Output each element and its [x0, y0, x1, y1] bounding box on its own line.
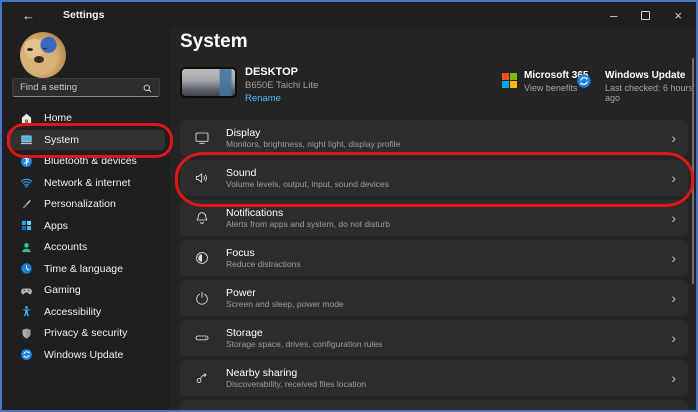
- sidebar-item-label: Personalization: [44, 198, 116, 210]
- rename-link[interactable]: Rename: [245, 93, 281, 104]
- row-title: Sound: [226, 167, 389, 179]
- settings-row-multitasking[interactable]: Multitasking ›: [180, 400, 688, 410]
- sidebar-item-label: Accounts: [44, 241, 87, 253]
- accessibility-icon: [20, 305, 33, 318]
- sidebar-item-bluetooth-devices[interactable]: Bluetooth & devices: [7, 151, 165, 171]
- row-subtitle: Monitors, brightness, night light, displ…: [226, 139, 400, 149]
- settings-row-notifications[interactable]: Notifications Alerts from apps and syste…: [180, 200, 688, 236]
- settings-row-power[interactable]: Power Screen and sleep, power mode ›: [180, 280, 688, 316]
- back-arrow-icon[interactable]: ←: [22, 9, 35, 22]
- sidebar-item-label: Windows Update: [44, 349, 123, 361]
- scrollbar[interactable]: [692, 58, 695, 284]
- user-avatar[interactable]: [20, 32, 66, 78]
- search-placeholder: Find a setting: [20, 82, 77, 93]
- chevron-right-icon: ›: [671, 171, 676, 185]
- sidebar-item-time-language[interactable]: Time & language: [7, 259, 165, 279]
- row-title: Storage: [226, 327, 382, 339]
- storage-icon: [194, 330, 210, 346]
- window-title: Settings: [63, 9, 104, 21]
- close-icon[interactable]: ×: [674, 9, 682, 22]
- sidebar-item-network-internet[interactable]: Network & internet: [7, 173, 165, 193]
- row-subtitle: Discoverability, received files location: [226, 379, 366, 389]
- settings-row-display[interactable]: Display Monitors, brightness, night ligh…: [180, 120, 688, 156]
- row-title: Nearby sharing: [226, 367, 366, 379]
- row-subtitle: Storage space, drives, configuration rul…: [226, 339, 382, 349]
- notifications-icon: [194, 210, 210, 226]
- microsoft-logo-icon: [502, 73, 517, 88]
- network-icon: [20, 176, 33, 189]
- update-icon: [20, 348, 33, 361]
- sidebar-item-windows-update[interactable]: Windows Update: [7, 345, 165, 365]
- device-thumbnail: [180, 67, 237, 98]
- system-icon: [20, 133, 33, 146]
- sidebar: Find a setting Home System Bluetooth & d…: [2, 28, 170, 410]
- row-title: Power: [226, 287, 344, 299]
- row-title: Focus: [226, 247, 301, 259]
- settings-rows: Display Monitors, brightness, night ligh…: [180, 120, 688, 410]
- personalization-icon: [20, 198, 33, 211]
- sidebar-item-label: Bluetooth & devices: [44, 155, 137, 167]
- sidebar-item-label: Gaming: [44, 284, 81, 296]
- sidebar-item-privacy-security[interactable]: Privacy & security: [7, 323, 165, 343]
- row-subtitle: Reduce distractions: [226, 259, 301, 269]
- focus-icon: [194, 250, 210, 266]
- sidebar-item-label: Privacy & security: [44, 327, 127, 339]
- privacy-icon: [20, 327, 33, 340]
- settings-window: { "titlebar": { "title": "Settings", "ba…: [0, 0, 698, 412]
- sidebar-item-home[interactable]: Home: [7, 108, 165, 128]
- display-icon: [194, 130, 210, 146]
- accounts-icon: [20, 241, 33, 254]
- home-icon: [20, 112, 33, 125]
- row-subtitle: Volume levels, output, input, sound devi…: [226, 179, 389, 189]
- sidebar-item-label: Accessibility: [44, 306, 101, 318]
- sidebar-item-label: Apps: [44, 220, 68, 232]
- windows-update-subtitle: Last checked: 6 hours ago: [605, 83, 696, 103]
- gaming-icon: [20, 284, 33, 297]
- sidebar-item-apps[interactable]: Apps: [7, 216, 165, 236]
- sidebar-item-label: System: [44, 134, 79, 146]
- sidebar-item-personalization[interactable]: Personalization: [7, 194, 165, 214]
- search-input[interactable]: Find a setting: [12, 78, 160, 97]
- maximize-icon[interactable]: [641, 11, 650, 20]
- windows-update-icon: [576, 73, 592, 89]
- sidebar-item-system[interactable]: System: [7, 130, 165, 150]
- chevron-right-icon: ›: [671, 251, 676, 265]
- windows-update-title[interactable]: Windows Update: [605, 70, 685, 81]
- sidebar-item-label: Time & language: [44, 263, 123, 275]
- row-title: Notifications: [226, 207, 390, 219]
- sidebar-item-label: Network & internet: [44, 177, 130, 189]
- row-subtitle: Screen and sleep, power mode: [226, 299, 344, 309]
- sidebar-item-label: Home: [44, 112, 72, 124]
- minimize-icon[interactable]: –: [610, 9, 617, 22]
- titlebar: ← Settings – ×: [2, 2, 696, 28]
- row-title: Display: [226, 127, 400, 139]
- bluetooth-icon: [20, 155, 33, 168]
- sidebar-item-accessibility[interactable]: Accessibility: [7, 302, 165, 322]
- time-icon: [20, 262, 33, 275]
- nearby-sharing-icon: [194, 370, 210, 386]
- row-subtitle: Alerts from apps and system, do not dist…: [226, 219, 390, 229]
- chevron-right-icon: ›: [671, 211, 676, 225]
- chevron-right-icon: ›: [671, 291, 676, 305]
- search-icon: [142, 83, 153, 94]
- apps-icon: [20, 219, 33, 232]
- chevron-right-icon: ›: [671, 331, 676, 345]
- sidebar-item-gaming[interactable]: Gaming: [7, 280, 165, 300]
- device-model: B650E Taichi Lite: [245, 80, 318, 91]
- settings-row-focus[interactable]: Focus Reduce distractions ›: [180, 240, 688, 276]
- main-pane: System DESKTOP B650E Taichi Lite Rename …: [170, 28, 696, 410]
- settings-row-nearby-sharing[interactable]: Nearby sharing Discoverability, received…: [180, 360, 688, 396]
- sidebar-nav: Home System Bluetooth & devices Network …: [7, 108, 165, 366]
- chevron-right-icon: ›: [671, 131, 676, 145]
- page-title: System: [180, 31, 248, 53]
- window-controls: – ×: [610, 9, 682, 22]
- device-name: DESKTOP: [245, 66, 298, 78]
- sidebar-item-accounts[interactable]: Accounts: [7, 237, 165, 257]
- chevron-right-icon: ›: [671, 371, 676, 385]
- settings-row-sound[interactable]: Sound Volume levels, output, input, soun…: [180, 160, 688, 196]
- settings-row-storage[interactable]: Storage Storage space, drives, configura…: [180, 320, 688, 356]
- sound-icon: [194, 170, 210, 186]
- ms365-subtitle: View benefits: [524, 83, 577, 93]
- power-icon: [194, 290, 210, 306]
